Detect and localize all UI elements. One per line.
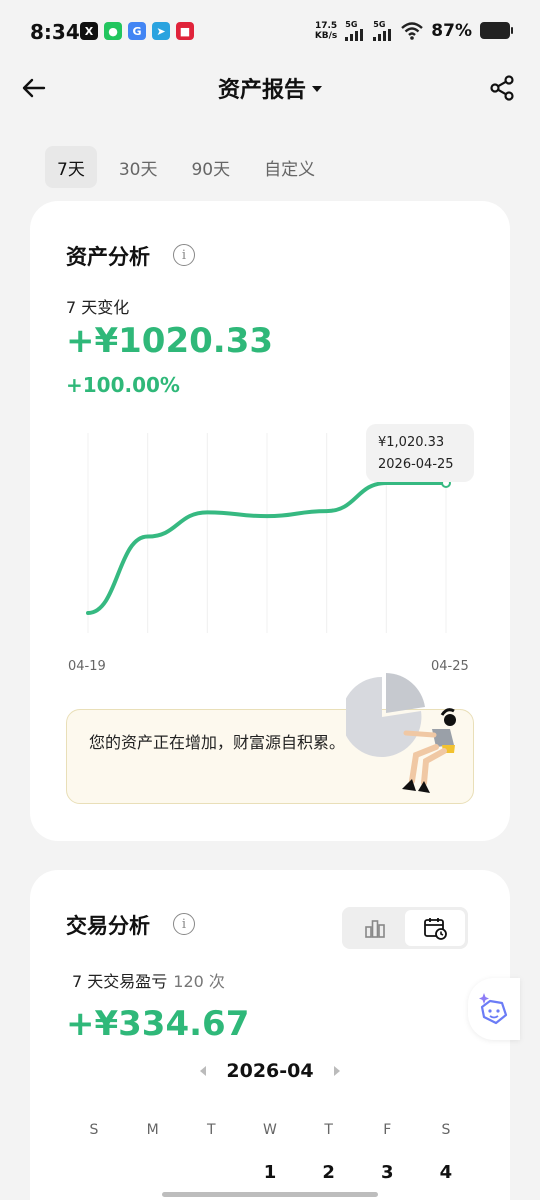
calendar-clock-icon bbox=[424, 918, 447, 940]
google-icon: G bbox=[128, 22, 146, 40]
x-axis-start-label: 04-19 bbox=[68, 659, 106, 674]
weekday-label: T bbox=[324, 1122, 333, 1138]
ai-assistant-button[interactable] bbox=[468, 978, 520, 1040]
network-speed: 17.5 KB/s bbox=[314, 20, 338, 41]
page-title: 资产报告 bbox=[217, 78, 306, 103]
tab-custom[interactable]: 自定义 bbox=[252, 146, 327, 188]
tooltip-date: 2026-04-25 bbox=[378, 457, 454, 472]
signal-sim2-icon: 5G bbox=[373, 20, 393, 41]
x-app-icon: X bbox=[80, 22, 98, 40]
chart-tooltip: ¥1,020.33 2026-04-25 bbox=[366, 424, 474, 482]
trade-analysis-title: 交易分析 bbox=[66, 914, 150, 938]
bar-chart-view-button[interactable] bbox=[345, 910, 405, 946]
calendar-day[interactable]: 4 bbox=[417, 1162, 475, 1183]
calendar-first-row: 1 2 3 4 bbox=[65, 1162, 475, 1183]
period-tabs: 7天 30天 90天 自定义 bbox=[45, 146, 327, 188]
change-label: 7 天变化 bbox=[66, 298, 130, 317]
calendar-day[interactable] bbox=[65, 1162, 123, 1183]
weekday-label: T bbox=[207, 1122, 216, 1138]
notification-icons: X ● G ➤ ■ bbox=[80, 22, 194, 40]
chevron-down-icon bbox=[312, 86, 322, 92]
weekday-label: W bbox=[263, 1122, 277, 1138]
info-icon[interactable]: i bbox=[173, 913, 195, 935]
wifi-icon bbox=[401, 21, 424, 40]
tab-30-days[interactable]: 30天 bbox=[107, 146, 170, 188]
status-right: 17.5 KB/s 5G 5G 87% bbox=[314, 20, 513, 41]
current-month: 2026-04 bbox=[226, 1060, 314, 1082]
trade-pnl-value: +¥334.67 bbox=[66, 1004, 250, 1044]
bar-chart-icon bbox=[365, 920, 385, 938]
calendar-day[interactable]: 3 bbox=[358, 1162, 416, 1183]
calendar-day[interactable]: 1 bbox=[241, 1162, 299, 1183]
trade-pnl-label: 7 天交易盈亏 120 次 bbox=[72, 972, 225, 991]
share-icon[interactable] bbox=[488, 74, 516, 102]
asset-analysis-card: 资产分析 i 7 天变化 +¥1020.33 +100.00% ¥1,020.3… bbox=[30, 201, 510, 841]
top-bar: 资产报告 bbox=[0, 62, 540, 114]
wechat-icon: ● bbox=[104, 22, 122, 40]
title-dropdown[interactable]: 资产报告 bbox=[0, 72, 540, 104]
trade-analysis-card: 交易分析 i 7 天交易盈亏120 次 +¥334.67 2026-04 S bbox=[30, 870, 510, 1200]
trade-count: 120 次 bbox=[173, 972, 225, 991]
home-indicator bbox=[162, 1192, 378, 1197]
ai-sparkle-icon bbox=[479, 993, 508, 1025]
calendar-day[interactable]: 2 bbox=[300, 1162, 358, 1183]
weekday-header: S M T W T F S bbox=[65, 1122, 475, 1138]
telegram-icon: ➤ bbox=[152, 22, 170, 40]
prev-month-icon[interactable] bbox=[200, 1066, 207, 1076]
wealth-illustration bbox=[346, 673, 456, 793]
view-toggle bbox=[342, 907, 468, 949]
signal-sim1-icon: 5G bbox=[345, 20, 365, 41]
next-month-icon[interactable] bbox=[333, 1066, 340, 1076]
calendar-day[interactable] bbox=[182, 1162, 240, 1183]
battery-icon bbox=[480, 22, 513, 39]
month-selector: 2026-04 bbox=[30, 1060, 510, 1082]
asset-analysis-title: 资产分析 bbox=[66, 245, 150, 269]
change-value: +¥1020.33 bbox=[66, 321, 274, 361]
info-icon[interactable]: i bbox=[173, 244, 195, 266]
calendar-view-button[interactable] bbox=[405, 910, 465, 946]
change-percent: +100.00% bbox=[66, 373, 180, 397]
status-bar: 8:34 X ● G ➤ ■ 17.5 KB/s 5G 5G 87% bbox=[0, 0, 540, 62]
weekday-label: S bbox=[89, 1122, 99, 1138]
battery-percent: 87% bbox=[431, 20, 472, 41]
tooltip-value: ¥1,020.33 bbox=[378, 435, 445, 450]
news-app-icon: ■ bbox=[176, 22, 194, 40]
tab-90-days[interactable]: 90天 bbox=[179, 146, 242, 188]
weekday-label: F bbox=[383, 1122, 392, 1138]
weekday-label: S bbox=[441, 1122, 451, 1138]
weekday-label: M bbox=[146, 1122, 159, 1138]
insight-text: 您的资产正在增加，财富源自积累。 bbox=[89, 733, 346, 752]
status-time: 8:34 bbox=[30, 20, 80, 44]
tab-7-days[interactable]: 7天 bbox=[45, 146, 97, 188]
calendar-day[interactable] bbox=[124, 1162, 182, 1183]
